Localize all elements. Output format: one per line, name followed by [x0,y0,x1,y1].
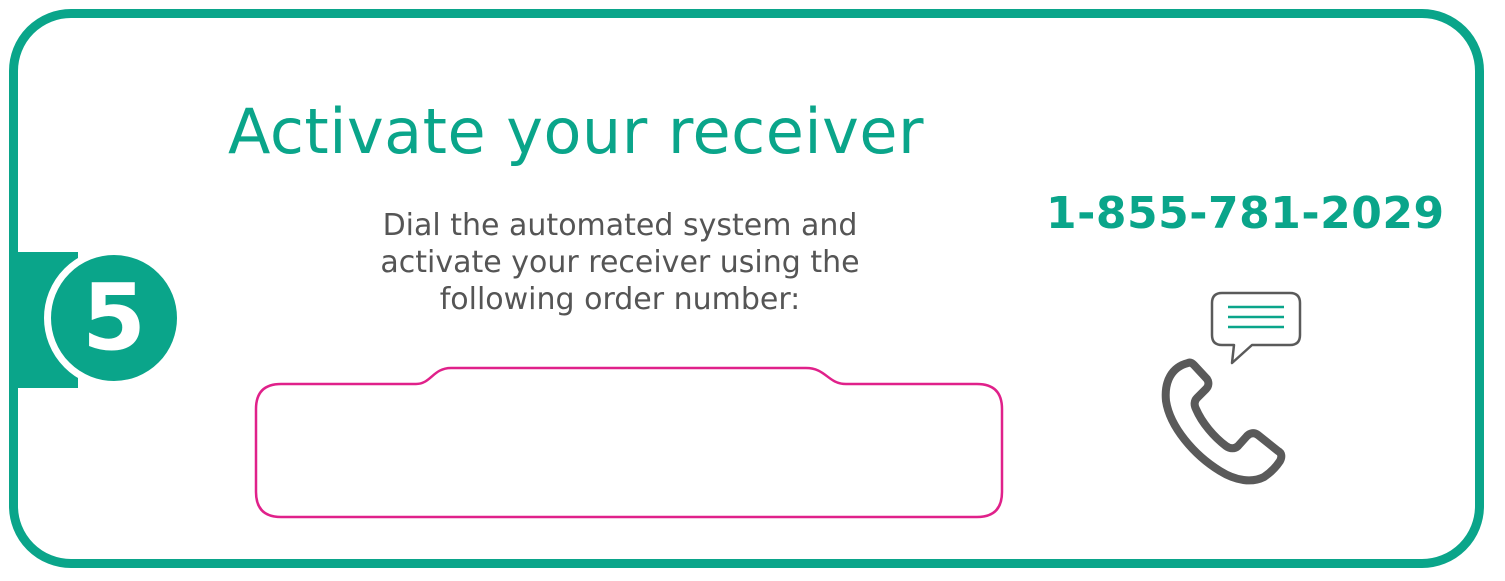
order-number-field[interactable] [251,402,1011,514]
chat-bubble-icon [1210,291,1302,365]
phone-icon [1161,358,1286,485]
instructions-text: Dial the automated system and activate y… [380,208,860,317]
phone-number: 1-855-781-2029 [1046,188,1445,239]
page-title: Activate your receiver [228,95,924,168]
step-number-badge: 5 [44,248,184,388]
phone-illustration [1161,291,1302,485]
order-number-box [251,362,1011,522]
